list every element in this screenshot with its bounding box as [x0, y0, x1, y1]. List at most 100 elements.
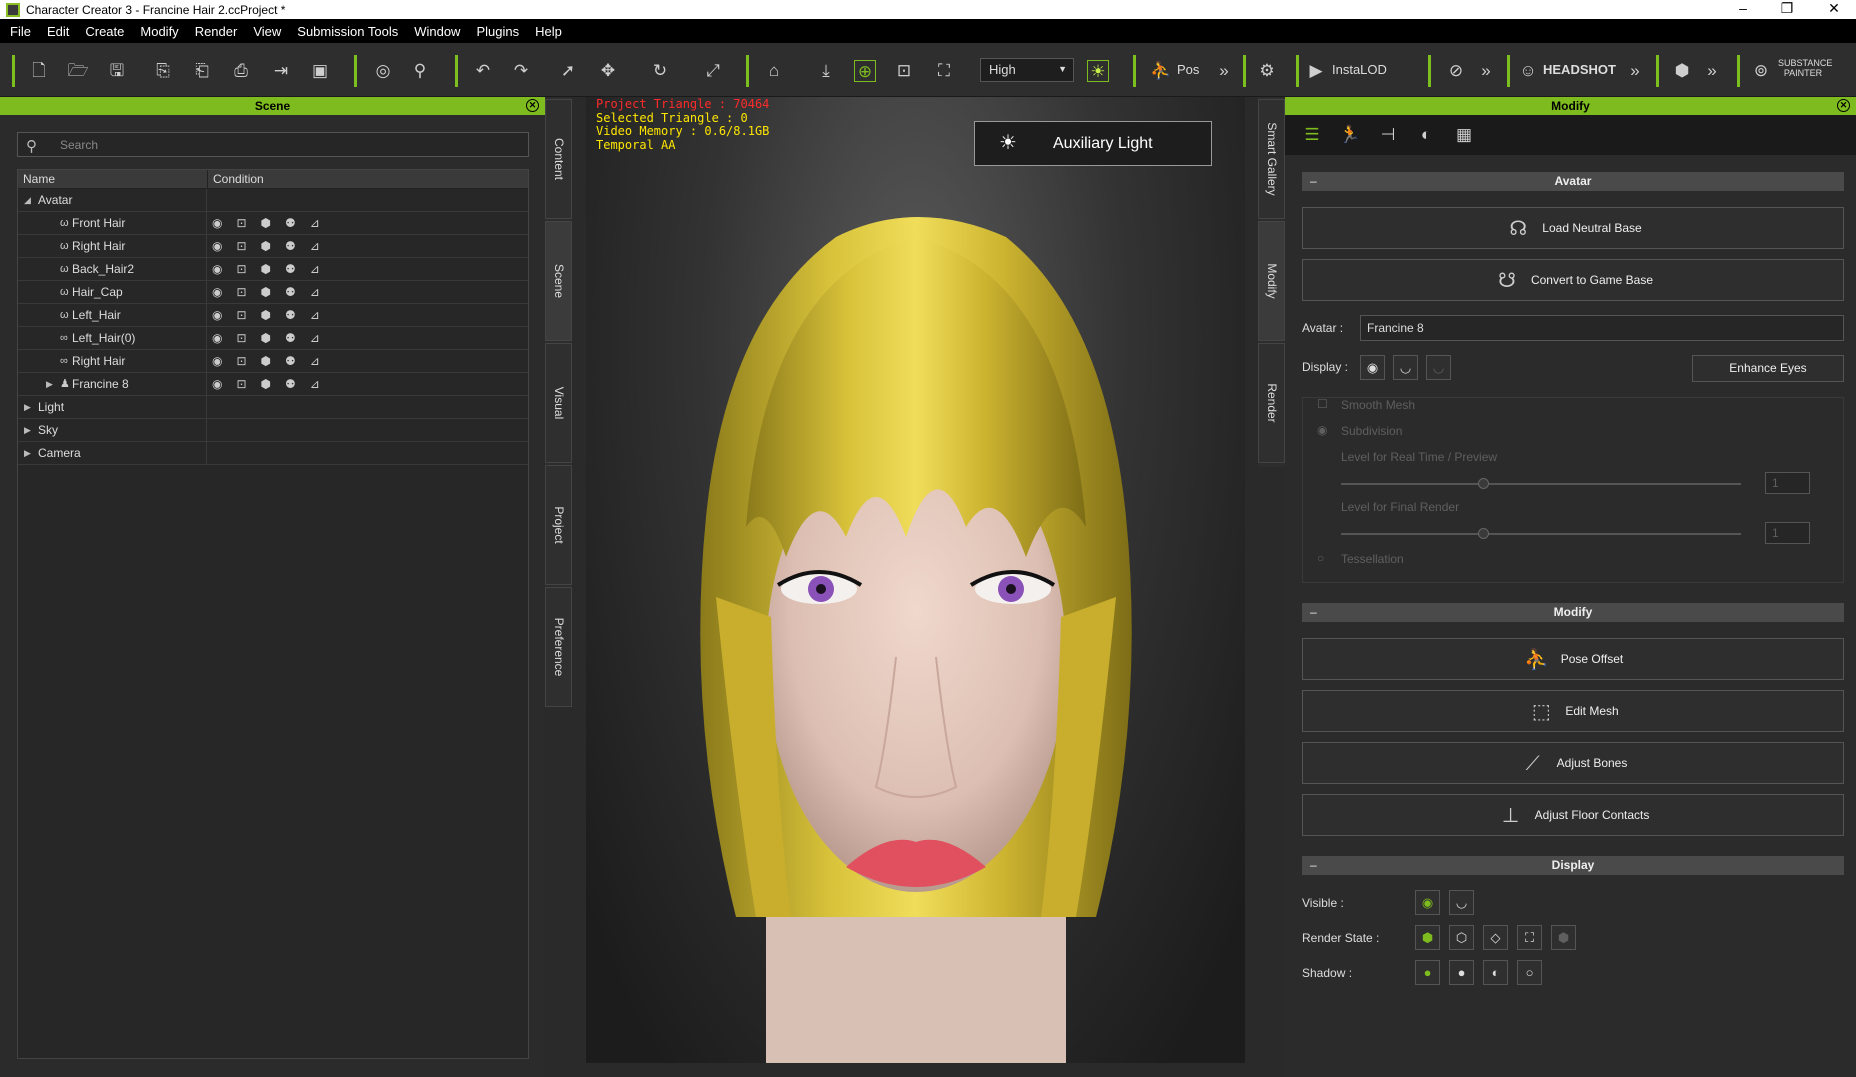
col-name[interactable]: Name: [18, 170, 208, 188]
scene-tree-row[interactable]: ◢ Avatar: [18, 189, 528, 212]
visibility-lock-render-icons[interactable]: ◉⊡⬢⚉⊿: [212, 327, 334, 349]
instalod-icon[interactable]: ▶: [1305, 60, 1327, 82]
home-camera-icon[interactable]: ⌂: [763, 60, 785, 82]
minimize-button[interactable]: –: [1721, 0, 1765, 19]
scene-tree-row[interactable]: ▶ Light: [18, 396, 528, 419]
enhance-eyes-button[interactable]: Enhance Eyes: [1692, 355, 1844, 382]
tab-render[interactable]: Render: [1258, 343, 1285, 463]
tab-scene[interactable]: Scene: [545, 221, 572, 341]
quality-dropdown[interactable]: High: [980, 58, 1074, 82]
expand-arrow-icon[interactable]: ▶: [24, 396, 31, 418]
eye-open-icon[interactable]: ◉: [1360, 355, 1385, 380]
smart-search-icon[interactable]: ◎: [372, 60, 394, 82]
visibility-lock-render-icons[interactable]: ◉⊡⬢⚉⊿: [212, 350, 334, 372]
morph-tab-icon[interactable]: ⊣: [1377, 124, 1399, 146]
drop-to-floor-icon[interactable]: ⤓: [815, 60, 837, 82]
menu-submission-tools[interactable]: Submission Tools: [297, 24, 398, 39]
auxiliary-light-button[interactable]: ☀ Auxiliary Light: [974, 121, 1212, 166]
expand-arrow-icon[interactable]: ▶: [24, 419, 31, 441]
load-neutral-base-button[interactable]: ☊ Load Neutral Base: [1302, 207, 1844, 249]
pose-icon[interactable]: ⛹: [1150, 60, 1172, 82]
tab-preference[interactable]: Preference: [545, 587, 572, 707]
visibility-lock-render-icons[interactable]: ◉⊡⬢⚉⊿: [212, 373, 334, 395]
plugin-icon[interactable]: ⬢: [1671, 60, 1693, 82]
menu-file[interactable]: File: [10, 24, 31, 39]
visible-on-icon[interactable]: ◉: [1415, 890, 1440, 915]
tab-project[interactable]: Project: [545, 465, 572, 585]
shadow-cast-receive-icon[interactable]: ●: [1415, 960, 1440, 985]
visibility-lock-render-icons[interactable]: ◉⊡⬢⚉⊿: [212, 235, 334, 257]
export-icon[interactable]: ⇥: [270, 60, 292, 82]
rig-icon[interactable]: ⚙: [1256, 60, 1278, 82]
import-icon[interactable]: ⎘: [152, 60, 174, 82]
expand-arrow-icon[interactable]: ◢: [24, 189, 31, 211]
open-folder-icon[interactable]: 🗁: [67, 60, 89, 82]
rotate-icon[interactable]: ↻: [649, 60, 671, 82]
expand-chevron-icon[interactable]: »: [1213, 60, 1235, 82]
visibility-lock-render-icons[interactable]: ◉⊡⬢⚉⊿: [212, 258, 334, 280]
menu-plugins[interactable]: Plugins: [476, 24, 519, 39]
scene-tree-row[interactable]: ▶ Sky: [18, 419, 528, 442]
menu-modify[interactable]: Modify: [140, 24, 178, 39]
render-shaded-icon[interactable]: ⬡: [1449, 925, 1474, 950]
headshot-icon[interactable]: ☺: [1517, 60, 1539, 82]
tab-smart-gallery[interactable]: Smart Gallery: [1258, 99, 1285, 219]
expand-arrow-icon[interactable]: ▶: [24, 442, 31, 464]
tab-visual[interactable]: Visual: [545, 343, 572, 463]
light-toggle-icon[interactable]: ☀: [1087, 60, 1109, 82]
scene-tree-row[interactable]: ▶ Camera: [18, 442, 528, 465]
morph-icon[interactable]: ⊘: [1445, 60, 1467, 82]
shadow-none-icon[interactable]: ○: [1517, 960, 1542, 985]
tab-modify[interactable]: Modify: [1258, 221, 1285, 341]
menu-create[interactable]: Create: [85, 24, 124, 39]
close-panel-icon[interactable]: ✕: [1837, 99, 1850, 112]
appearance-tab-icon[interactable]: ◐: [1415, 124, 1437, 146]
fit-selected-icon[interactable]: ⊕: [854, 60, 876, 82]
expand-chevron-icon[interactable]: »: [1475, 60, 1497, 82]
new-file-icon[interactable]: 🗋: [28, 60, 50, 82]
zoom-extent-icon[interactable]: ⊡: [893, 60, 915, 82]
visibility-lock-render-icons[interactable]: ◉⊡⬢⚉⊿: [212, 212, 334, 234]
expand-arrow-icon[interactable]: ▶: [46, 373, 53, 395]
maximize-button[interactable]: ❐: [1765, 0, 1809, 19]
attributes-tab-icon[interactable]: ☰: [1301, 124, 1323, 146]
move-icon[interactable]: ✥: [597, 60, 619, 82]
eye-closed-icon[interactable]: ◡: [1393, 355, 1418, 380]
expand-chevron-icon[interactable]: »: [1701, 60, 1723, 82]
menu-help[interactable]: Help: [535, 24, 562, 39]
shadow-cast-icon[interactable]: ●: [1449, 960, 1474, 985]
character-icon[interactable]: ⚲: [409, 60, 431, 82]
visibility-lock-render-icons[interactable]: ◉⊡⬢⚉⊿: [212, 281, 334, 303]
tab-content[interactable]: Content: [545, 99, 572, 219]
menu-render[interactable]: Render: [195, 24, 238, 39]
render-hidden-icon[interactable]: ⬢: [1551, 925, 1576, 950]
avatar-section-header[interactable]: – Avatar: [1302, 172, 1844, 191]
render-solid-icon[interactable]: ⬢: [1415, 925, 1440, 950]
scene-tree-row[interactable]: ∞ Right Hair ◉⊡⬢⚉⊿: [18, 350, 528, 373]
import-ic-icon[interactable]: ⎗: [191, 60, 213, 82]
pose-offset-button[interactable]: ⛹ Pose Offset: [1302, 638, 1844, 680]
instalod-label[interactable]: InstaLOD: [1332, 62, 1387, 77]
undo-icon[interactable]: ↶: [472, 60, 494, 82]
scale-icon[interactable]: ⤢: [702, 60, 724, 82]
redo-icon[interactable]: ↷: [510, 60, 532, 82]
menu-edit[interactable]: Edit: [47, 24, 69, 39]
visibility-lock-render-icons[interactable]: ◉⊡⬢⚉⊿: [212, 304, 334, 326]
camera-view-icon[interactable]: ⛶: [933, 60, 955, 82]
scene-tree-row[interactable]: ω Front Hair ◉⊡⬢⚉⊿: [18, 212, 528, 235]
scene-tree-row[interactable]: ω Left_Hair ◉⊡⬢⚉⊿: [18, 304, 528, 327]
scene-tree-row[interactable]: ∞ Left_Hair(0) ◉⊡⬢⚉⊿: [18, 327, 528, 350]
3d-viewport[interactable]: Project Triangle : 70464 Selected Triang…: [586, 97, 1245, 1063]
col-condition[interactable]: Condition: [208, 170, 264, 188]
substance-painter-icon[interactable]: ⊚: [1750, 60, 1772, 82]
headshot-label[interactable]: HEADSHOT: [1543, 62, 1616, 77]
adjust-floor-contacts-button[interactable]: ⊥ Adjust Floor Contacts: [1302, 794, 1844, 836]
scene-search-input[interactable]: ⚲ Search: [17, 132, 529, 157]
scene-tree-row[interactable]: ▶ ♟ Francine 8 ◉⊡⬢⚉⊿: [18, 373, 528, 396]
render-wireframe-icon[interactable]: ◇: [1483, 925, 1508, 950]
visible-off-icon[interactable]: ◡: [1449, 890, 1474, 915]
scene-tree-row[interactable]: ω Hair_Cap ◉⊡⬢⚉⊿: [18, 281, 528, 304]
motion-tab-icon[interactable]: 🏃: [1339, 124, 1361, 146]
usd-export-icon[interactable]: ⎙: [230, 60, 252, 82]
texture-tab-icon[interactable]: ▦: [1453, 124, 1475, 146]
